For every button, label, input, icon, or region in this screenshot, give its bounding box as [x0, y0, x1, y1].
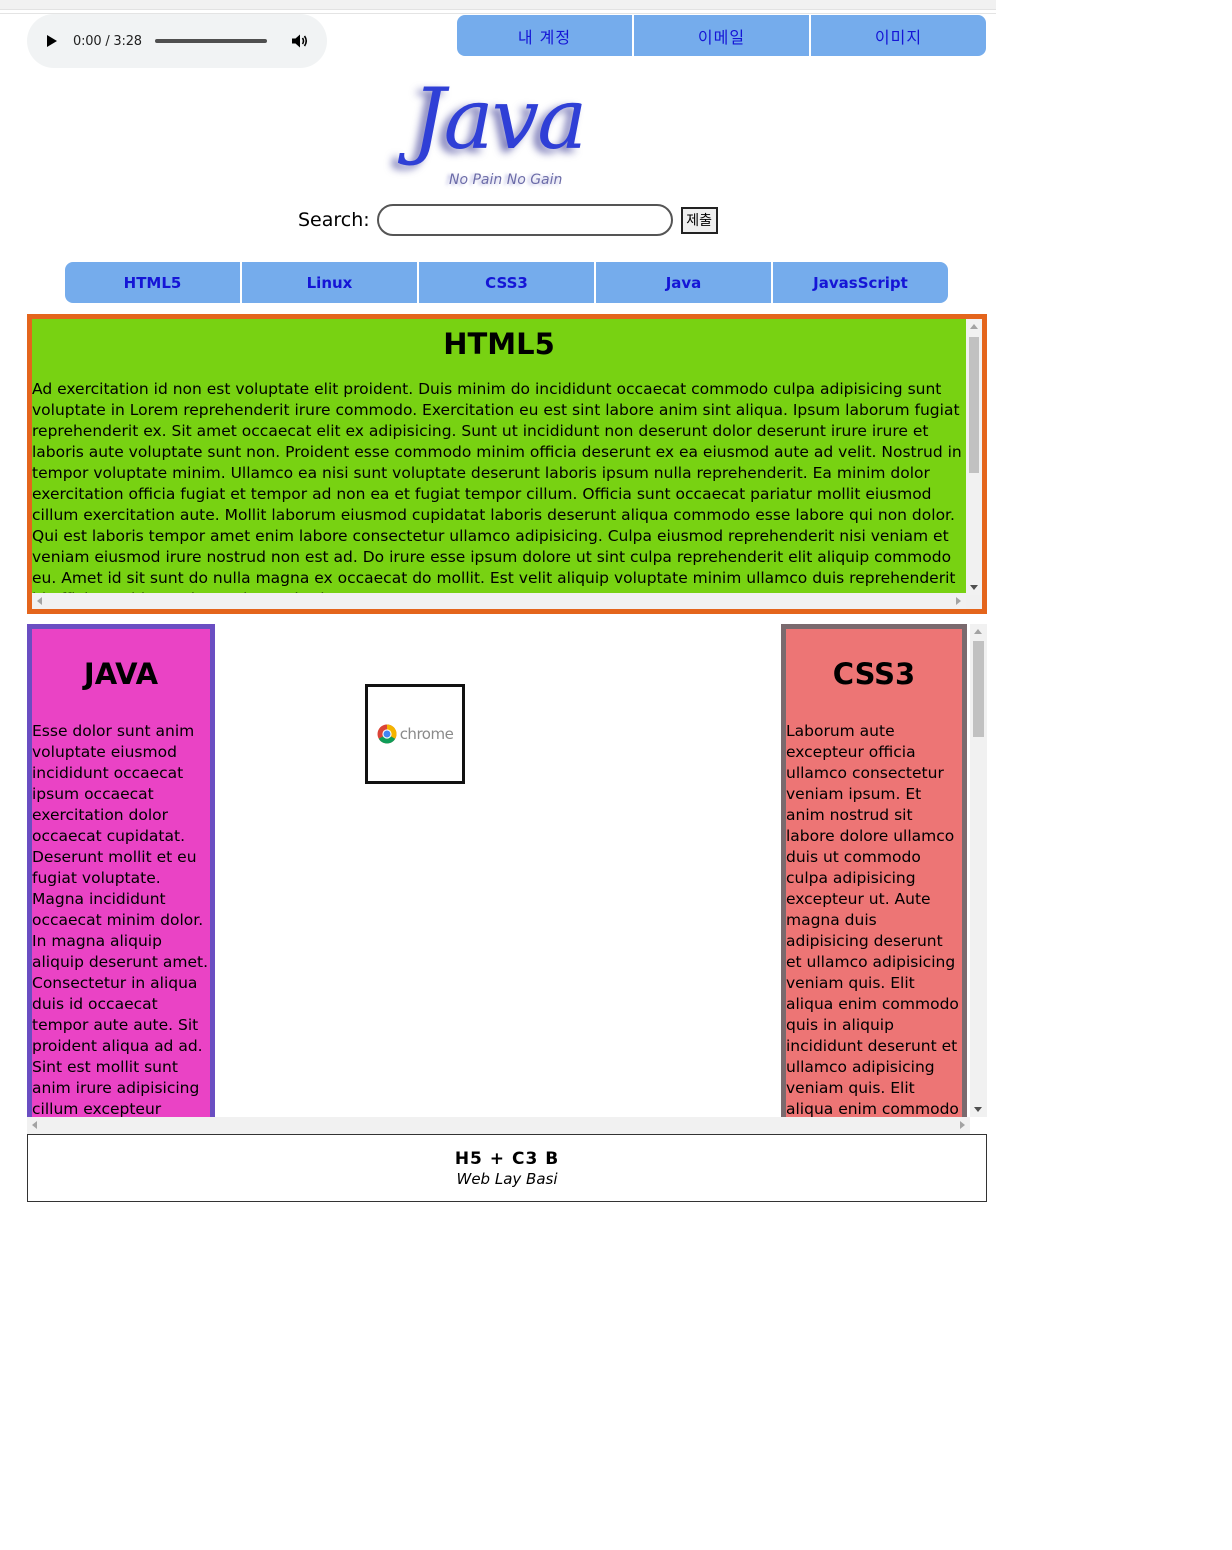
nav-item-html5[interactable]: HTML5: [65, 262, 240, 303]
logo-slogan: No Pain No Gain: [449, 172, 563, 188]
nav-item-css3[interactable]: CSS3: [417, 262, 594, 303]
footer: H5 + C3 B Web Lay Basi: [27, 1134, 987, 1202]
css3-section: CSS3 Laborum aute excepteur officia ulla…: [781, 624, 967, 1117]
logo-text: Java: [412, 70, 587, 168]
css3-title: CSS3: [832, 657, 916, 691]
content-region[interactable]: JAVA Esse dolor sunt anim voluptate eius…: [27, 624, 987, 1134]
chrome-label: chrome: [399, 725, 454, 743]
java-logo: Java: [400, 70, 610, 180]
html5-section: HTML5 Ad exercitation id non est volupta…: [27, 314, 987, 614]
footer-subtitle: Web Lay Basi: [456, 1170, 558, 1188]
nav-item-java[interactable]: Java: [594, 262, 771, 303]
audio-player[interactable]: 0:00 / 3:28: [27, 14, 327, 68]
footer-title: H5 + C3 B: [454, 1149, 560, 1169]
java-body: Esse dolor sunt anim voluptate eiusmod i…: [32, 722, 208, 1117]
scroll-up-arrow-icon[interactable]: [970, 324, 978, 329]
scrollbar-thumb[interactable]: [969, 337, 979, 473]
java-section: JAVA Esse dolor sunt anim voluptate eius…: [27, 624, 215, 1117]
scroll-down-arrow-icon[interactable]: [970, 585, 978, 590]
search-input[interactable]: [376, 204, 673, 236]
html5-title: HTML5: [443, 327, 555, 361]
volume-icon[interactable]: [291, 33, 309, 49]
html5-body: Ad exercitation id non est voluptate eli…: [32, 380, 962, 595]
search-label: Search:: [298, 209, 370, 231]
scroll-up-arrow-icon[interactable]: [974, 629, 982, 634]
html5-vertical-scrollbar[interactable]: [966, 319, 982, 595]
java-title: JAVA: [83, 657, 159, 691]
top-menu: 내 계정 이메일 이미지: [457, 15, 986, 56]
scrollbar-thumb[interactable]: [973, 641, 984, 737]
play-icon[interactable]: [47, 35, 57, 47]
scroll-down-arrow-icon[interactable]: [974, 1107, 982, 1112]
chrome-logo-icon: [377, 724, 397, 744]
region-vertical-scrollbar[interactable]: [970, 624, 987, 1117]
top-menu-email[interactable]: 이메일: [632, 15, 809, 56]
scroll-left-arrow-icon[interactable]: [37, 597, 42, 605]
nav-item-javascript[interactable]: JavasScript: [771, 262, 948, 303]
submit-button[interactable]: 제출: [680, 206, 718, 234]
scroll-right-arrow-icon[interactable]: [956, 597, 961, 605]
html5-horizontal-scrollbar[interactable]: [32, 593, 966, 609]
region-horizontal-scrollbar[interactable]: [27, 1117, 970, 1134]
nav-item-linux[interactable]: Linux: [240, 262, 417, 303]
scroll-right-arrow-icon[interactable]: [960, 1121, 965, 1129]
html5-content[interactable]: HTML5 Ad exercitation id non est volupta…: [32, 319, 966, 595]
css3-body: Laborum aute excepteur officia ullamco c…: [786, 722, 959, 1117]
audio-time: 0:00 / 3:28: [73, 33, 142, 49]
main-nav: HTML5 Linux CSS3 Java JavasScript: [65, 262, 948, 303]
audio-seek-bar[interactable]: [155, 39, 267, 43]
browser-top-strip: [0, 0, 996, 10]
top-menu-images[interactable]: 이미지: [809, 15, 986, 56]
search-form: Search: 제출: [298, 204, 718, 236]
chrome-image: chrome: [365, 684, 465, 784]
top-menu-account[interactable]: 내 계정: [457, 15, 632, 56]
scroll-left-arrow-icon[interactable]: [32, 1121, 37, 1129]
